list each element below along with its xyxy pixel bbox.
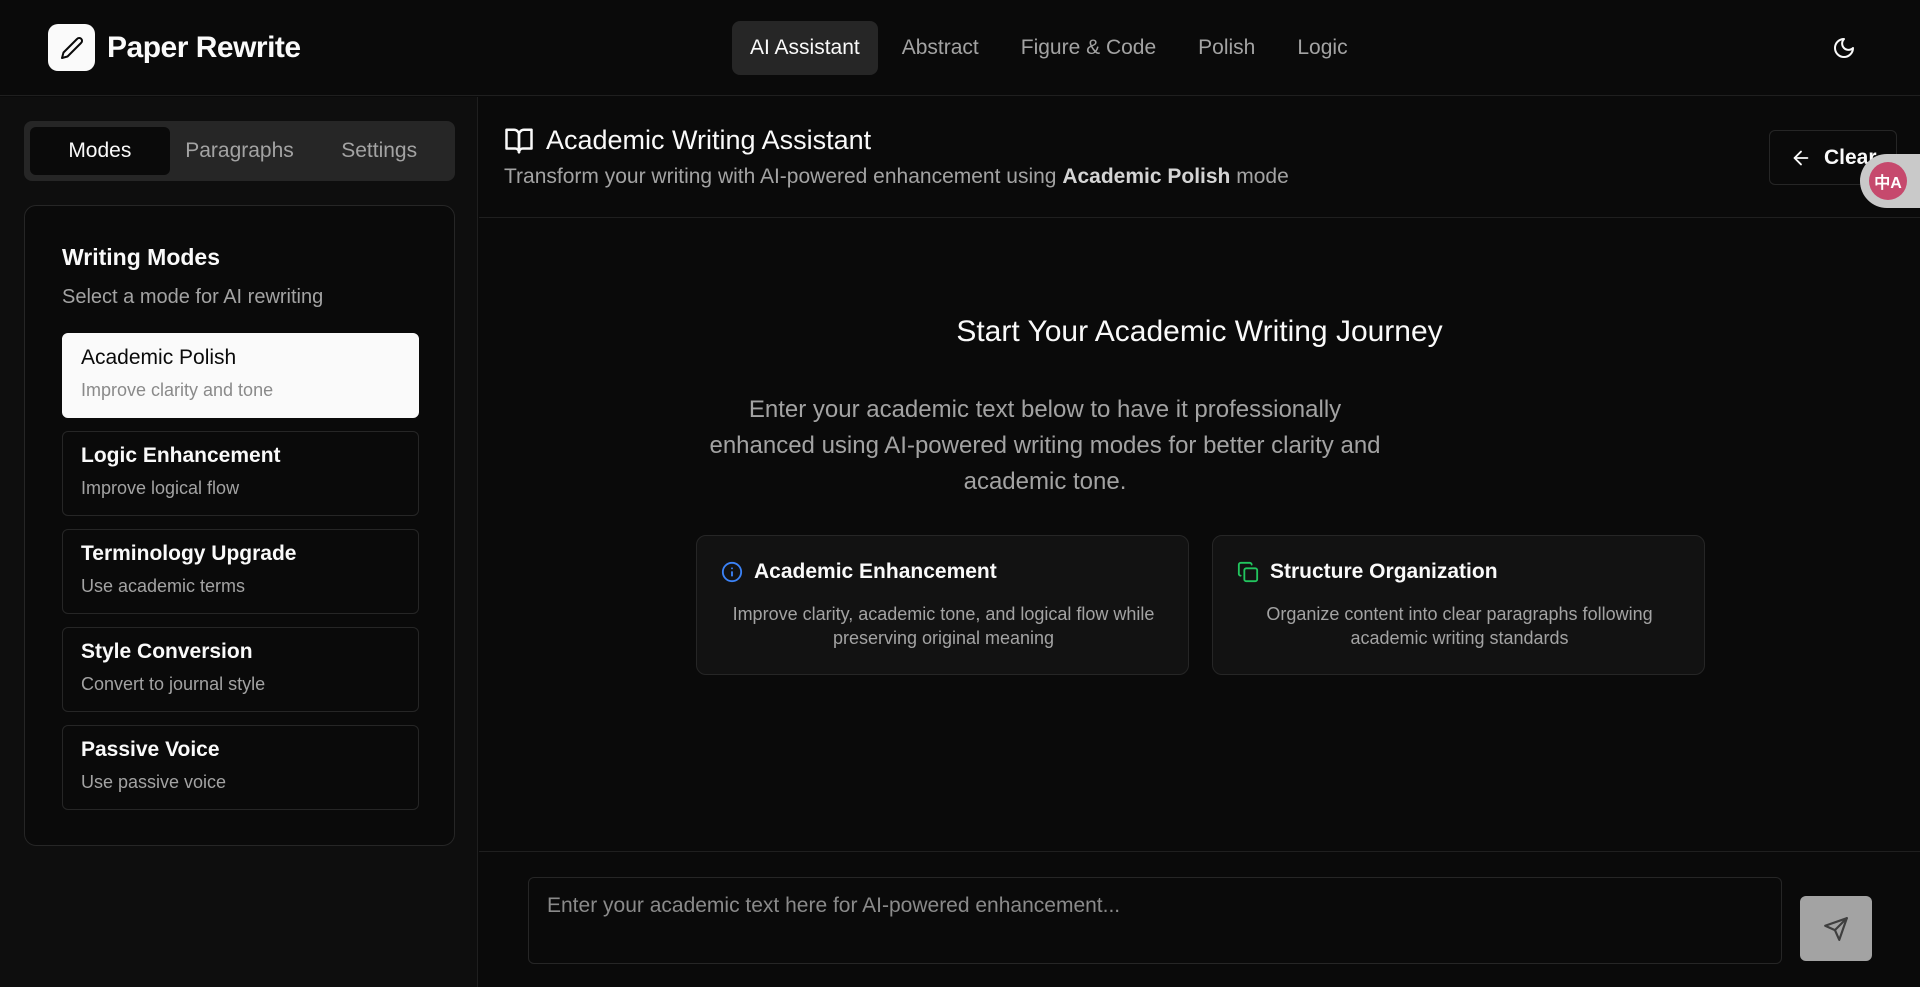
info-icon (721, 561, 743, 583)
feature-card-academic-enhancement: Academic Enhancement Improve clarity, ac… (696, 535, 1189, 675)
feature-head: Academic Enhancement (721, 560, 997, 584)
mode-name: Logic Enhancement (81, 444, 281, 467)
send-button[interactable] (1800, 896, 1872, 961)
feature-title: Academic Enhancement (754, 560, 997, 583)
modes-subtitle: Select a mode for AI rewriting (62, 286, 324, 308)
academic-text-input[interactable] (528, 877, 1782, 964)
nav-polish[interactable]: Polish (1180, 21, 1273, 75)
empty-state-title: Start Your Academic Writing Journey (956, 315, 1443, 348)
main-header: Academic Writing Assistant Transform you… (479, 97, 1920, 218)
page-title: Academic Writing Assistant (546, 125, 872, 155)
writing-modes-card: Writing Modes Select a mode for AI rewri… (24, 205, 455, 846)
subtitle-suffix: mode (1230, 165, 1289, 188)
translate-widget[interactable]: 中A (1860, 154, 1920, 208)
subtitle-prefix: Transform your writing with AI-powered e… (504, 165, 1063, 188)
page-subtitle: Transform your writing with AI-powered e… (504, 165, 1289, 189)
empty-state-description: Enter your academic text below to have i… (709, 396, 1381, 495)
tab-modes[interactable]: Modes (30, 127, 170, 175)
feature-head: Structure Organization (1237, 560, 1498, 584)
mode-desc: Convert to journal style (81, 674, 266, 694)
pencil-icon (48, 24, 95, 71)
top-header: Paper Rewrite AI Assistant Abstract Figu… (0, 0, 1920, 96)
copy-icon (1237, 561, 1259, 583)
mode-desc: Use passive voice (81, 772, 227, 792)
modes-title: Writing Modes (62, 244, 221, 270)
mode-name: Academic Polish (81, 346, 237, 369)
main-title-row: Academic Writing Assistant (504, 125, 871, 156)
top-nav: AI Assistant Abstract Figure & Code Poli… (732, 21, 1366, 75)
mode-name: Terminology Upgrade (81, 542, 297, 565)
app-name: Paper Rewrite (107, 30, 301, 64)
feature-desc: Organize content into clear paragraphs f… (1266, 604, 1653, 648)
subtitle-mode: Academic Polish (1062, 165, 1231, 188)
main-panel: Academic Writing Assistant Transform you… (479, 97, 1920, 987)
sidebar: Modes Paragraphs Settings Writing Modes … (0, 97, 478, 987)
sidebar-tabs: Modes Paragraphs Settings (24, 121, 455, 181)
arrow-left-icon (1793, 150, 1809, 165)
feature-card-structure-organization: Structure Organization Organize content … (1212, 535, 1705, 675)
mode-desc: Use academic terms (81, 576, 246, 596)
theme-toggle-button[interactable] (1824, 30, 1864, 66)
moon-icon (1834, 38, 1854, 58)
mode-name: Passive Voice (81, 738, 220, 761)
nav-abstract[interactable]: Abstract (884, 21, 997, 75)
mode-style-conversion[interactable]: Style Conversion Convert to journal styl… (62, 627, 419, 712)
tab-settings[interactable]: Settings (309, 127, 449, 175)
nav-ai-assistant[interactable]: AI Assistant (732, 21, 878, 75)
mode-list: Academic Polish Improve clarity and tone… (62, 333, 419, 823)
mode-passive-voice[interactable]: Passive Voice Use passive voice (62, 725, 419, 810)
mode-name: Style Conversion (81, 640, 253, 663)
brand[interactable]: Paper Rewrite (48, 24, 301, 71)
nav-figure-code[interactable]: Figure & Code (1003, 21, 1174, 75)
input-area (479, 851, 1920, 987)
feature-desc: Improve clarity, academic tone, and logi… (732, 604, 1155, 648)
mode-academic-polish[interactable]: Academic Polish Improve clarity and tone (62, 333, 419, 418)
send-icon (1824, 916, 1848, 941)
mode-logic-enhancement[interactable]: Logic Enhancement Improve logical flow (62, 431, 419, 516)
feature-title: Structure Organization (1270, 560, 1498, 583)
mode-desc: Improve logical flow (81, 478, 240, 498)
mode-terminology-upgrade[interactable]: Terminology Upgrade Use academic terms (62, 529, 419, 614)
tab-paragraphs[interactable]: Paragraphs (170, 127, 310, 175)
translate-icon: 中A (1869, 162, 1907, 200)
mode-desc: Improve clarity and tone (81, 380, 274, 400)
book-open-icon (505, 128, 533, 153)
nav-logic[interactable]: Logic (1279, 21, 1365, 75)
